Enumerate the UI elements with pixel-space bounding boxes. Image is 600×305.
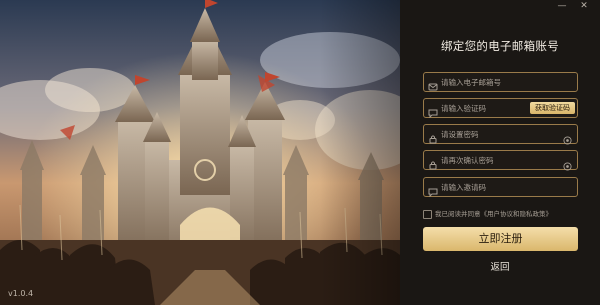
agreement-text[interactable]: 我已阅读并同意《用户协议和隐私政策》 [435, 209, 552, 219]
back-link[interactable]: 返回 [400, 259, 600, 273]
register-button[interactable]: 立即注册 [423, 227, 578, 251]
eye-icon[interactable] [563, 130, 572, 145]
email-field[interactable]: 请输入电子邮箱号 [423, 72, 578, 92]
chat-bubble-icon [428, 182, 438, 198]
password-field[interactable]: 请设置密码 [423, 124, 578, 145]
close-button[interactable]: ✕ [574, 1, 594, 11]
lock-icon [428, 155, 438, 170]
app-version: v1.0.4 [8, 289, 34, 298]
eye-icon[interactable] [563, 156, 572, 171]
invite-code-field[interactable]: 请输入邀请码 [423, 177, 578, 198]
hero-illustration: v1.0.4 [0, 0, 400, 305]
email-placeholder: 请输入电子邮箱号 [441, 78, 501, 87]
lock-icon [428, 129, 438, 144]
confirm-password-placeholder: 请再次确认密码 [441, 156, 494, 165]
get-code-button[interactable]: 获取验证码 [530, 102, 575, 114]
password-placeholder: 请设置密码 [441, 130, 479, 139]
code-field[interactable]: 请输入验证码 获取验证码 [423, 98, 578, 119]
agreement-checkbox[interactable] [423, 210, 432, 219]
confirm-password-field[interactable]: 请再次确认密码 [423, 150, 578, 171]
chat-bubble-icon [428, 103, 438, 119]
code-placeholder: 请输入验证码 [441, 104, 486, 113]
page-title: 绑定您的电子邮箱账号 [441, 39, 559, 53]
invite-code-placeholder: 请输入邀请码 [441, 183, 486, 192]
envelope-icon [428, 77, 438, 91]
minimize-button[interactable]: — [552, 1, 572, 11]
